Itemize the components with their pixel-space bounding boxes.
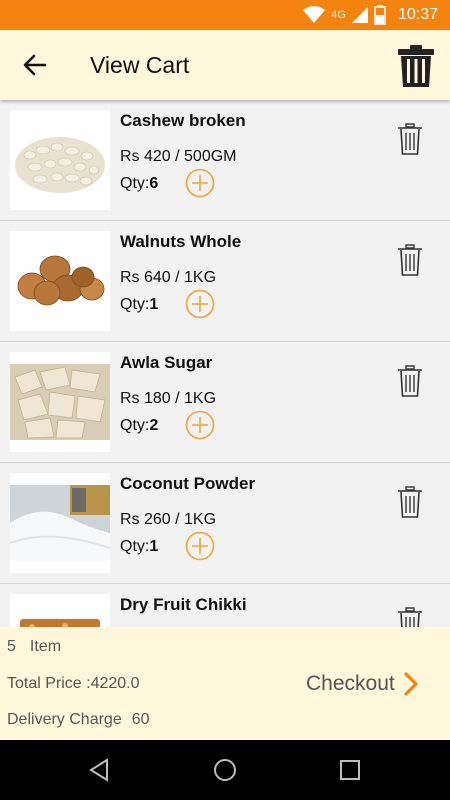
quantity-prefix: Qty: [120,296,150,313]
cart-item: Walnuts Whole Rs 640 / 1KG Qty:1 [0,221,450,342]
app-bar: View Cart [0,30,450,100]
wifi-icon [303,6,326,23]
clear-cart-trash-icon[interactable] [396,44,436,88]
delete-item-icon[interactable] [397,123,423,155]
product-name: Coconut Powder [120,474,256,493]
nav-home-icon[interactable] [212,757,238,783]
product-image-walnut [10,231,110,331]
product-image-coconut-powder [10,473,110,573]
product-price: Rs 640 / 1KG [120,269,217,286]
network-type: 4G [331,9,346,21]
product-price: Rs 260 / 1KG [120,511,217,528]
cart-list[interactable]: Cashew broken Rs 420 / 500GM Qty:6 Walnu… [0,100,450,627]
item-count-label: Item [29,638,62,655]
system-nav-bar [0,740,450,800]
nav-back-icon[interactable] [87,757,113,783]
quantity-label: Qty:1 [120,296,158,314]
status-bar: 4G 10:37 [0,0,450,30]
add-quantity-icon[interactable] [185,410,215,440]
status-icons: 4G 10:37 [303,0,438,30]
cart-item: Awla Sugar Rs 180 / 1KG Qty:2 [0,342,450,463]
add-quantity-icon[interactable] [185,531,215,561]
item-count-value: 5 [7,638,16,655]
quantity-label: Qty:2 [120,417,158,435]
battery-icon [374,5,386,25]
quantity-value: 1 [149,538,159,555]
delivery-charge: Delivery Charge 60 [7,711,160,729]
quantity-value: 6 [149,175,159,192]
product-price: Rs 180 / 1KG [120,390,217,407]
product-image-awla-sugar [10,352,110,452]
product-name: Walnuts Whole [120,232,242,251]
status-time: 10:37 [397,6,438,23]
quantity-label: Qty:1 [120,538,158,556]
total-price: Total Price :4220.0 [7,675,140,692]
page-title: View Cart [90,52,190,78]
quantity-prefix: Qty: [120,538,150,555]
checkout-label: Checkout [306,672,395,695]
delete-item-icon[interactable] [397,365,423,397]
product-name: Awla Sugar [120,353,213,372]
quantity-prefix: Qty: [120,417,150,434]
add-quantity-icon[interactable] [185,168,215,198]
quantity-prefix: Qty: [120,175,150,192]
product-name: Dry Fruit Chikki [120,595,247,614]
quantity-label: Qty:6 [120,175,158,193]
chevron-right-icon [404,672,418,696]
product-image-cashew [10,110,110,210]
delete-item-icon[interactable] [397,486,423,518]
cart-item: Cashew broken Rs 420 / 500GM Qty:6 [0,100,450,221]
cart-item: Dry Fruit Chikki [0,584,450,627]
cart-item: Coconut Powder Rs 260 / 1KG Qty:1 [0,463,450,584]
add-quantity-icon[interactable] [185,289,215,319]
cart-summary: 5 Item Total Price :4220.0 Delivery Charg… [0,627,450,740]
item-count: 5 Item [7,638,75,656]
delivery-charge-value: 60 [131,711,150,728]
product-name: Cashew broken [120,111,246,130]
delivery-charge-label: Delivery Charge [7,711,122,728]
delete-item-icon[interactable] [397,244,423,276]
delete-item-icon[interactable] [397,607,423,627]
arrow-left-icon[interactable] [20,50,50,80]
checkout-button[interactable]: Checkout [306,671,419,697]
nav-recents-icon[interactable] [337,757,363,783]
signal-icon [351,7,368,23]
quantity-value: 1 [149,296,159,313]
quantity-value: 2 [149,417,159,434]
product-image-dry-fruit-chikki [10,594,110,627]
product-price: Rs 420 / 500GM [120,148,237,165]
